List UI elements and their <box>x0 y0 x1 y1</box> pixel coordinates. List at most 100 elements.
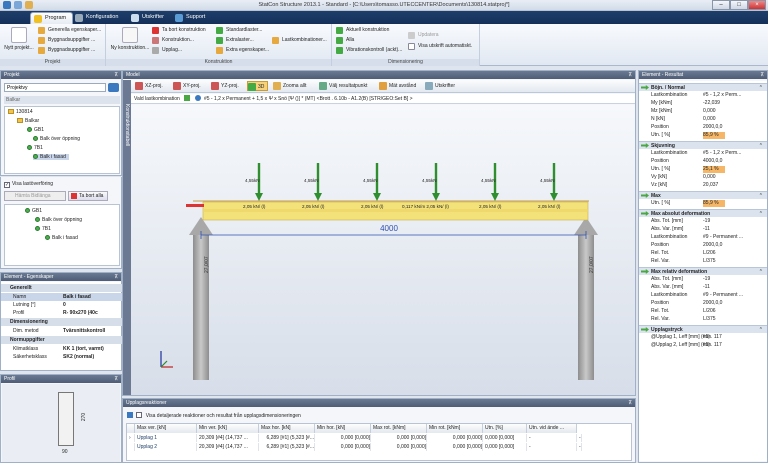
extra-loads-button[interactable]: Extralaster... <box>216 36 254 45</box>
flow-node-gb1-desc[interactable]: Balk över öppning <box>35 217 82 223</box>
reactions-col-header[interactable]: Utn. [%] <box>483 424 527 433</box>
tree-node-gb1-desc[interactable]: Balk över öppning <box>33 136 80 142</box>
result-section[interactable]: Upplagstryck ⌃ <box>639 325 767 333</box>
result-row[interactable]: @Upplag 2, Leff [mm] (#1) min. 117 <box>639 342 767 349</box>
3d-button[interactable]: 3D <box>247 81 269 91</box>
pin-icon[interactable]: ⊼ <box>114 375 118 383</box>
reactions-col-header[interactable]: Min ver. [kN] <box>197 424 259 433</box>
reactions-col-header[interactable]: Min hor. [kN] <box>315 424 371 433</box>
reactions-detail-checkbox[interactable]: Visa detaljerade reaktioner och resultat… <box>127 412 301 419</box>
minimize-button[interactable]: – <box>712 0 730 10</box>
close-button[interactable]: × <box>748 0 766 10</box>
side-tab[interactable]: Konstruktionstabell <box>123 80 131 395</box>
result-row[interactable]: Position 2000,0,0 <box>639 300 767 307</box>
prop-row-method[interactable]: Dim. metod Tvärsnittskontroll <box>1 327 125 335</box>
table-row[interactable]: › Upplag 1 20,309 [#4] (14,737 ... 6,289 [#… <box>127 434 633 442</box>
pin-icon[interactable]: ⊼ <box>114 273 118 281</box>
new-project-button[interactable]: Nytt projekt... <box>0 27 38 51</box>
result-row[interactable]: Rel. Tot. L/206 <box>639 250 767 257</box>
reactions-col-header[interactable]: Max hor. [kN] <box>259 424 315 433</box>
update-button[interactable]: Updatera <box>408 31 439 40</box>
prop-row-safety[interactable]: Säkerhetsklass SK2 (normal) <box>1 353 125 361</box>
result-row[interactable]: Position 2000,0,0 <box>639 242 767 249</box>
supports-button[interactable]: Upplag... <box>152 46 182 55</box>
flow-node-7b1[interactable]: 7B1 <box>35 226 51 232</box>
tab-konfiguration[interactable]: Konfiguration <box>72 12 124 24</box>
result-row[interactable]: Utn. [ %] 85,9 % <box>639 200 767 207</box>
prop-row-profile[interactable]: Profil R- 90x270 (40c <box>1 309 125 317</box>
show-print-auto-checkbox[interactable]: Visa utskrift automatiskt. <box>408 42 472 51</box>
loadcomb-value[interactable]: #5 - 1,2 x Permanent + 1,5 x Ψ x Snö [Ψ … <box>204 96 413 102</box>
tab-support[interactable]: Support <box>172 12 211 24</box>
tree-node-7b1-desc-selected[interactable]: Balk i fasad <box>33 154 69 160</box>
result-row[interactable]: Vz [kN] 20,037 <box>639 182 767 189</box>
measure-button[interactable]: Mät avstånd <box>379 81 416 91</box>
result-row[interactable]: Lastkombination #5 - 1,2 x Perm... <box>639 150 767 157</box>
collapse-icon[interactable]: ⌃ <box>759 326 763 334</box>
pin-icon[interactable]: ⊼ <box>760 71 764 79</box>
reactions-col-header[interactable]: Max ver. [kN] <box>135 424 197 433</box>
collapse-icon[interactable]: ⌃ <box>759 84 763 92</box>
result-row[interactable]: Utn. [ %] 25,1 % <box>639 166 767 173</box>
pin-icon[interactable]: ⊼ <box>628 399 632 407</box>
tree-node-beams[interactable]: Balkar <box>17 118 39 124</box>
loadflow-checkbox[interactable]: ✓ Visa lastöverföring <box>4 181 53 188</box>
result-row[interactable]: Rel. Var. L/375 <box>639 316 767 323</box>
result-row[interactable]: Position 4000,0,0 <box>639 158 767 165</box>
reactions-col-header[interactable]: Max rot. [kNm] <box>371 424 427 433</box>
result-row[interactable]: Abs. Var. [mm] -11 <box>639 284 767 291</box>
load-combinations-button[interactable]: Lastkombinationer... <box>272 36 327 45</box>
result-section[interactable]: Skjuvning ⌃ <box>639 141 767 149</box>
row-selector-icon[interactable] <box>127 443 135 451</box>
table-row[interactable]: Upplag 2 20,309 [#4] (14,737 ... 6,289 [#1… <box>127 443 633 451</box>
result-row[interactable]: N [kN] 0,000 <box>639 116 767 123</box>
tree-node-7b1[interactable]: 7B1 <box>27 145 43 151</box>
result-section[interactable]: Max ⌃ <box>639 191 767 199</box>
arrow-right-icon[interactable] <box>184 95 191 101</box>
result-row[interactable]: Rel. Var. L/375 <box>639 258 767 265</box>
refresh-view-icon[interactable] <box>108 83 119 92</box>
collapse-icon[interactable]: ⌃ <box>759 268 763 276</box>
prop-row-name[interactable]: Namn Balk i fasad <box>1 293 125 301</box>
result-row[interactable]: Lastkombination #9 - Permanent ... <box>639 234 767 241</box>
collapse-icon[interactable]: ⌃ <box>759 210 763 218</box>
print-button[interactable]: Utskrifter <box>425 81 455 91</box>
collapse-icon[interactable]: ⌃ <box>759 142 763 150</box>
current-construction-button[interactable]: Aktuell konstruktion <box>336 26 389 35</box>
model-viewport[interactable]: 27,0/07 27,0/07 4000 4,55kN 2,05 kN/ (l) 4… <box>131 105 635 395</box>
prop-row-climate[interactable]: Klimatklass KK 1 (tort, varmt) <box>1 345 125 353</box>
tab-program[interactable]: Program <box>30 12 74 24</box>
construction-button[interactable]: Konstruktion... <box>152 36 194 45</box>
row-selector-icon[interactable]: › <box>127 434 135 442</box>
tree-node-gb1[interactable]: GB1 <box>27 127 44 133</box>
xy-proj-button[interactable]: XY-proj. <box>173 81 201 91</box>
remove-all-button[interactable]: Ta bort alla <box>68 191 108 201</box>
result-row[interactable]: Utn. [ %] 85,9 % <box>639 132 767 139</box>
result-section[interactable]: Max relativ deformation ⌃ <box>639 267 767 275</box>
xz-proj-button[interactable]: XZ-proj. <box>135 81 163 91</box>
result-row[interactable]: Abs. Tot. [mm] -19 <box>639 276 767 283</box>
select-result-point-button[interactable]: Välj resultatpunkt <box>319 81 367 91</box>
collapse-icon[interactable]: ⌃ <box>759 192 763 200</box>
new-construction-button[interactable]: Ny konstruktion... <box>108 27 152 51</box>
building-props2-button[interactable]: Byggnadsuppgifter ... <box>38 46 95 55</box>
project-view-select[interactable] <box>4 83 106 92</box>
delete-construction-button[interactable]: Ta bort konstruktion <box>152 26 206 35</box>
extra-props-button[interactable]: Extra egenskaper... <box>216 46 269 55</box>
result-row[interactable]: Lastkombination #5 - 1,2 x Perm... <box>639 92 767 99</box>
result-row[interactable]: @Upplag 1, Leff [mm] (#1) min. 117 <box>639 334 767 341</box>
standard-loads-button[interactable]: Standardlaster... <box>216 26 262 35</box>
result-row[interactable]: Vy [kN] 0,000 <box>639 174 767 181</box>
general-props-button[interactable]: Generella egenskaper... <box>38 26 101 35</box>
building-props-button[interactable]: Byggnadsuppgifter ... <box>38 36 95 45</box>
all-button[interactable]: Alla <box>336 36 354 45</box>
flow-node-7b1-desc[interactable]: Balk i fasad <box>45 235 78 241</box>
yz-proj-button[interactable]: YZ-proj. <box>211 81 239 91</box>
reactions-col-header[interactable]: Utn. vid ände ... <box>527 424 577 433</box>
result-section[interactable]: Böjn. / Normal ⌃ <box>639 83 767 91</box>
maximize-button[interactable]: □ <box>730 0 748 10</box>
result-row[interactable]: Abs. Var. [mm] -11 <box>639 226 767 233</box>
result-row[interactable]: Mz [kNm] 0,000 <box>639 108 767 115</box>
result-section[interactable]: Max absolut deformation ⌃ <box>639 209 767 217</box>
result-row[interactable]: My [kNm] -22,039 <box>639 100 767 107</box>
